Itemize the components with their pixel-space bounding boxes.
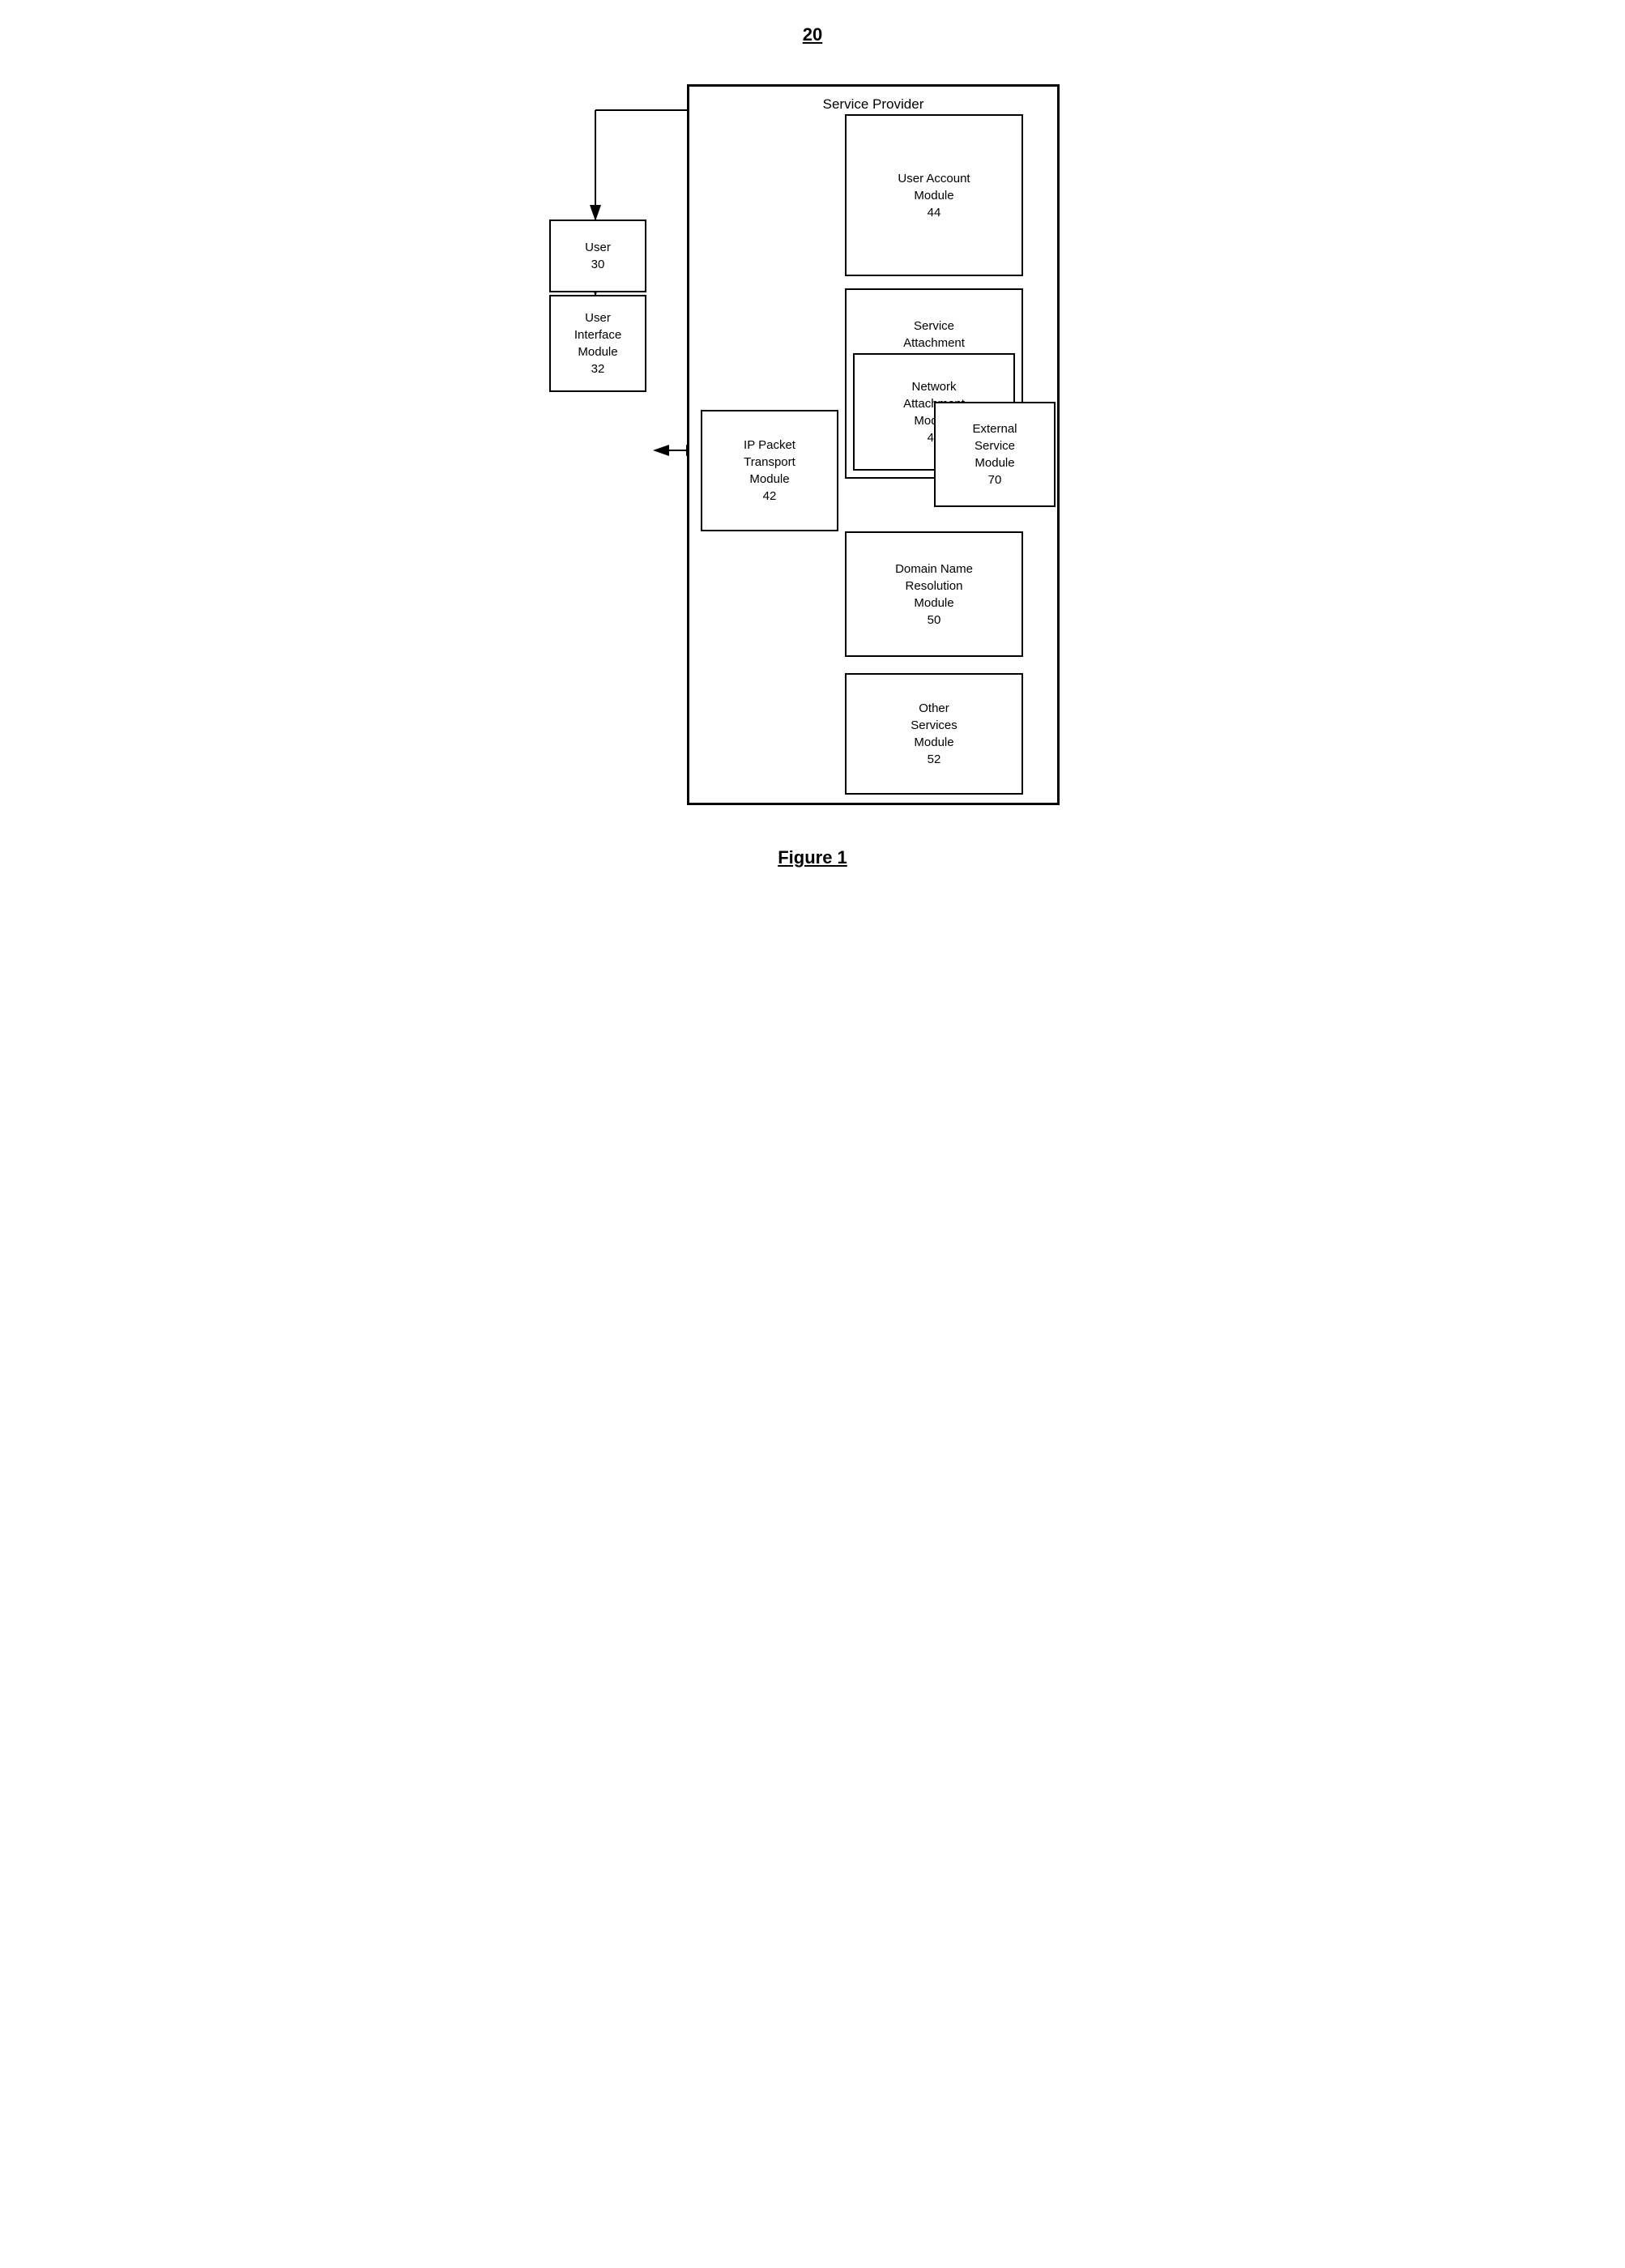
diagram-area: Service Provider 40 User Account Module … [529,62,1096,831]
user-account-module-box: User Account Module 44 [845,114,1023,276]
figure-caption: Figure 1 [529,847,1096,868]
external-service-module-box: External Service Module 70 [934,402,1056,507]
domain-name-resolution-module-box: Domain Name Resolution Module 50 [845,531,1023,657]
other-services-module-box: Other Services Module 52 [845,673,1023,795]
ip-packet-transport-module-box: IP Packet Transport Module 42 [701,410,838,531]
diagram-title: 20 [529,24,1096,45]
user-interface-module-box: User Interface Module 32 [549,295,646,392]
user-box: User 30 [549,220,646,292]
